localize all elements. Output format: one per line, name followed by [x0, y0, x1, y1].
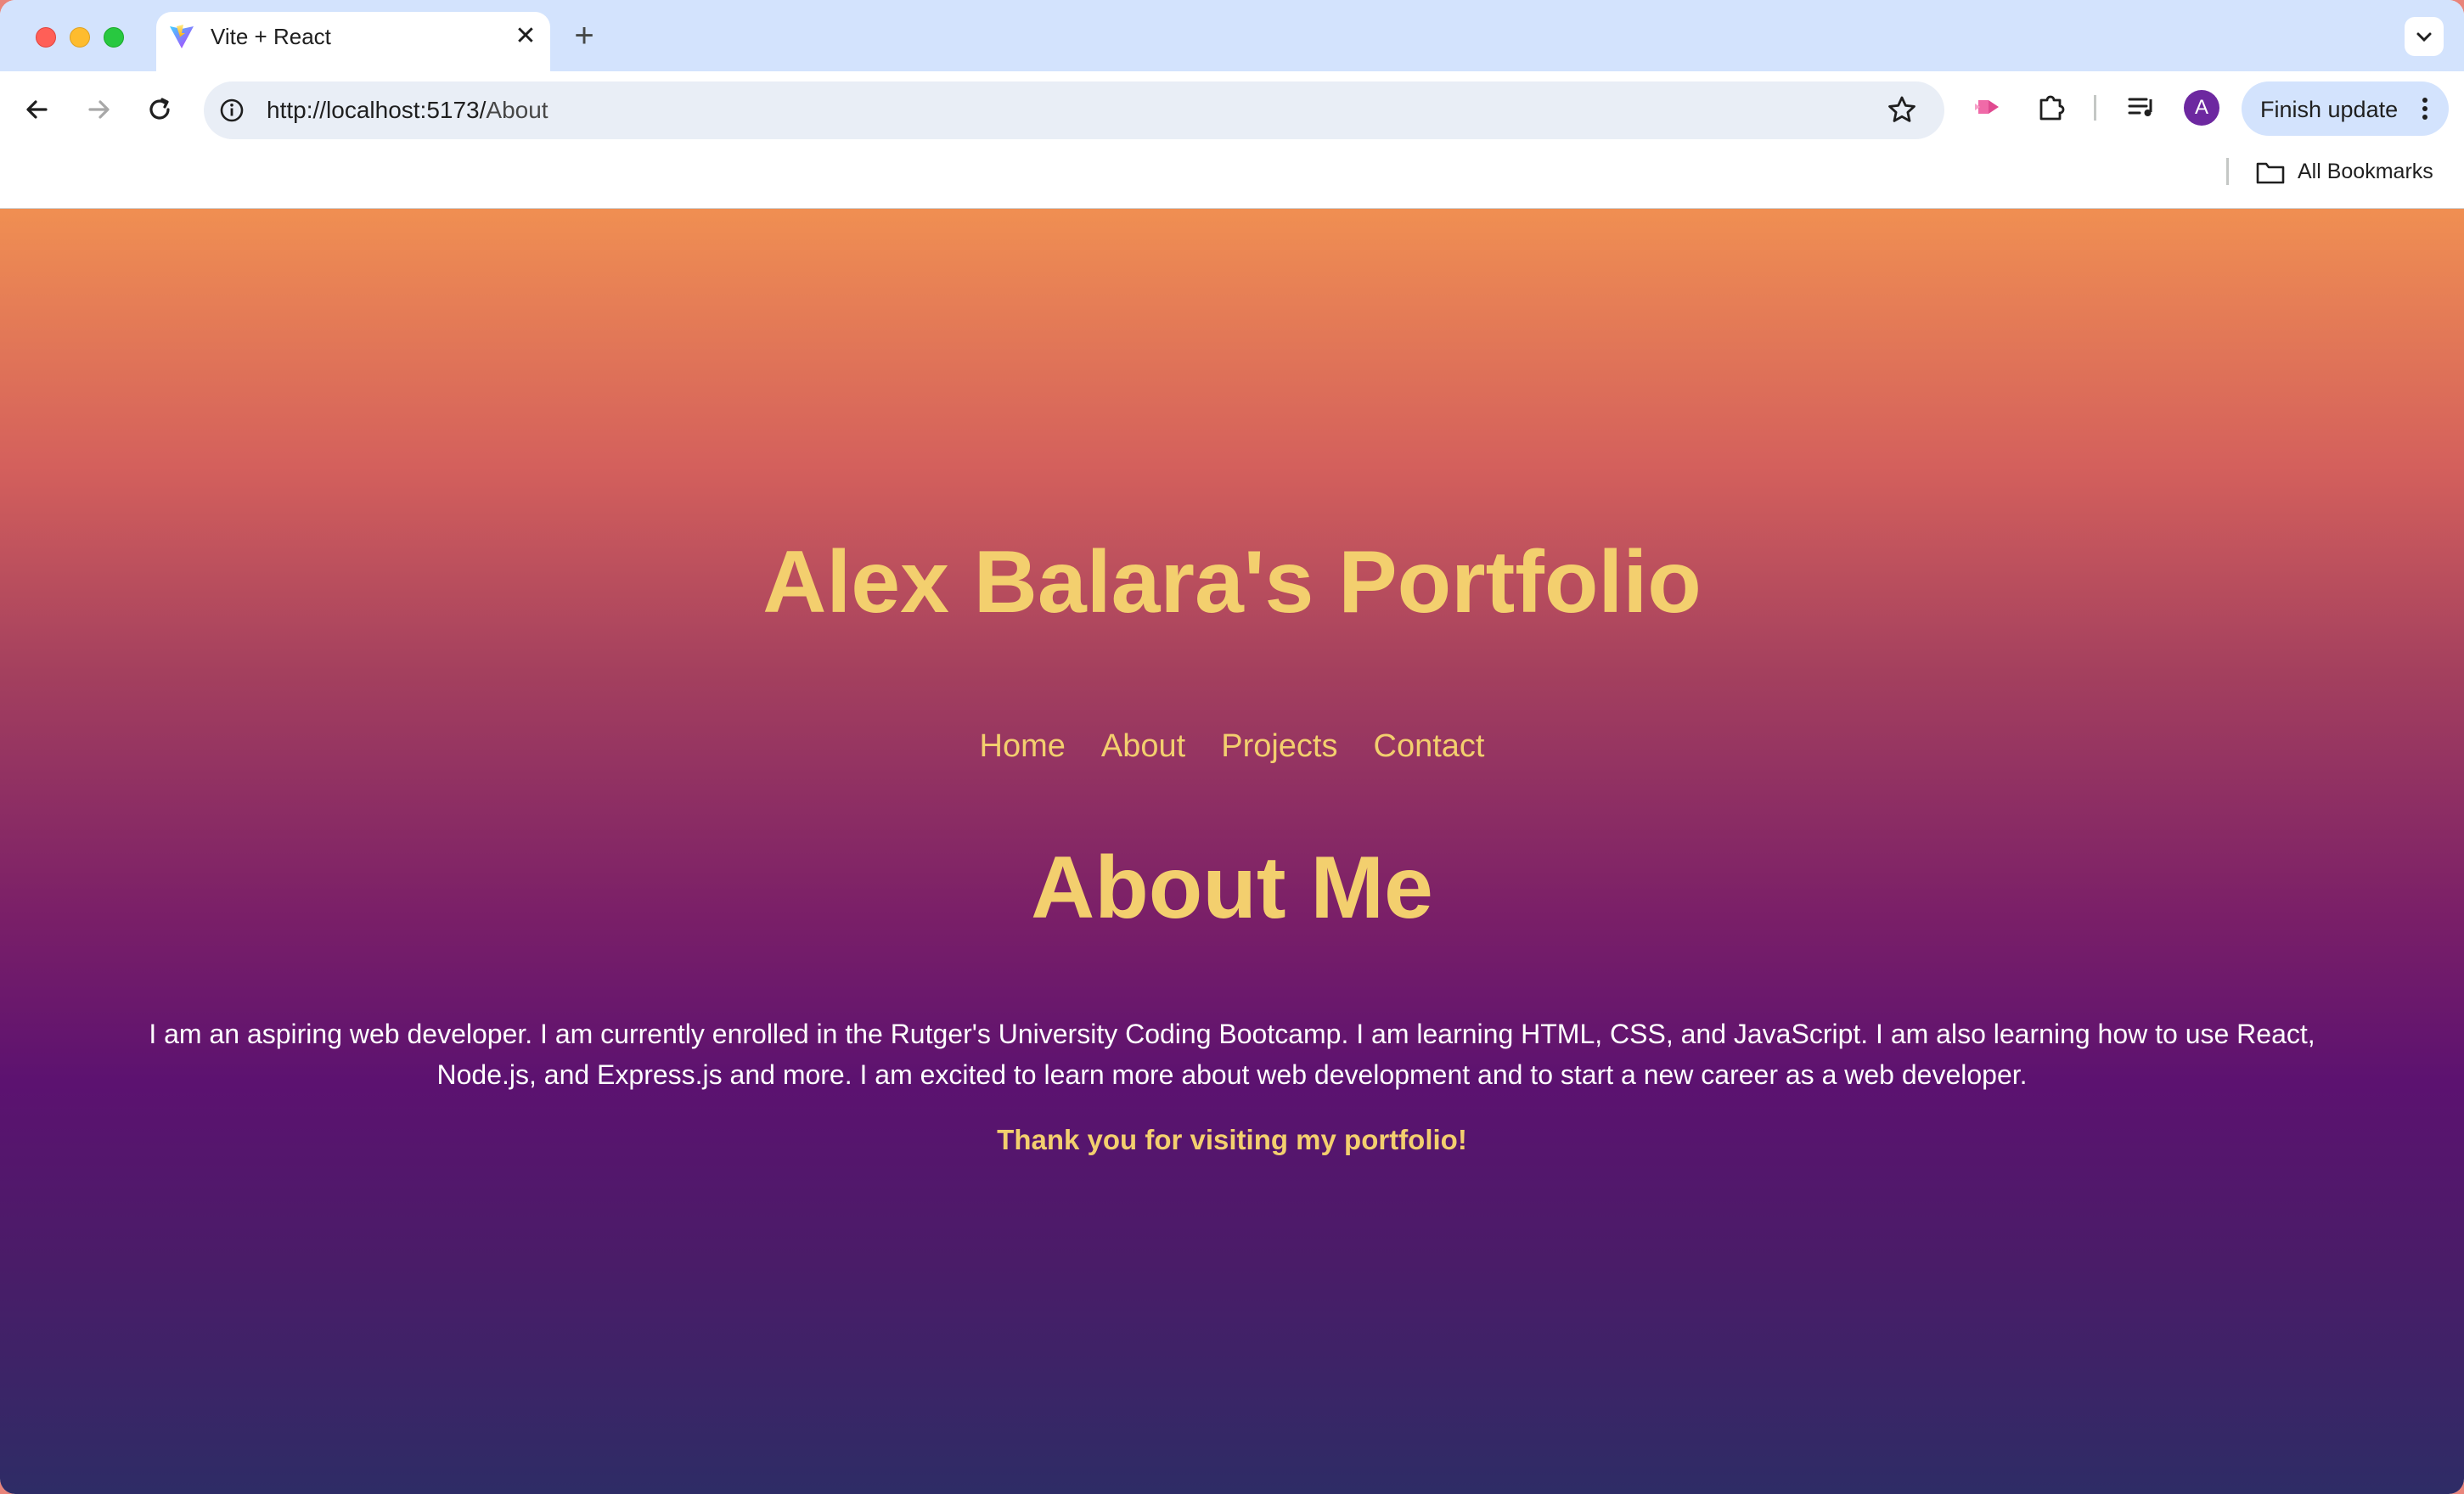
- nav-link-projects[interactable]: Projects: [1221, 728, 1337, 771]
- browser-window: Vite + React ✕ + http://localhost:5173/A…: [0, 0, 2464, 1494]
- media-cast-icon[interactable]: [1972, 90, 2006, 124]
- profile-avatar[interactable]: A: [2184, 90, 2219, 126]
- back-button[interactable]: [19, 91, 56, 128]
- forward-button[interactable]: [80, 91, 117, 128]
- url-text[interactable]: http://localhost:5173/About: [267, 97, 548, 124]
- site-nav: Home About Projects Contact: [0, 728, 2464, 771]
- tab-close-icon[interactable]: ✕: [513, 24, 538, 49]
- about-paragraph: I am an aspiring web developer. I am cur…: [149, 1019, 2315, 1090]
- nav-link-contact[interactable]: Contact: [1374, 728, 1485, 771]
- tab-title: Vite + React: [211, 24, 331, 49]
- nav-link-home[interactable]: Home: [980, 728, 1066, 771]
- url-path: About: [486, 97, 548, 123]
- vite-logo-icon: [170, 25, 194, 48]
- new-tab-button[interactable]: +: [569, 19, 599, 53]
- address-bar[interactable]: http://localhost:5173/About: [204, 81, 1944, 139]
- chevron-down-icon: [2416, 32, 2432, 42]
- finish-update-button[interactable]: Finish update: [2242, 81, 2449, 136]
- nav-link-about[interactable]: About: [1101, 728, 1185, 771]
- reload-button[interactable]: [141, 91, 178, 128]
- reload-icon: [149, 98, 170, 120]
- media-queue-icon[interactable]: [2124, 90, 2158, 124]
- about-heading: About Me: [1031, 839, 1433, 937]
- arrow-left-icon: [26, 100, 48, 119]
- minimize-window-button[interactable]: [70, 27, 90, 48]
- bookmark-star-icon[interactable]: [1885, 93, 1919, 127]
- tab-strip: Vite + React ✕ +: [0, 0, 2464, 71]
- url-host: http://localhost:5173/: [267, 97, 487, 123]
- toolbar-divider: [2094, 95, 2096, 121]
- more-vertical-icon[interactable]: [2416, 95, 2433, 122]
- site-title: Alex Balara's Portfolio: [762, 533, 1702, 632]
- page-content: Alex Balara's Portfolio Home About Proje…: [0, 209, 2464, 1494]
- bookmarks-bar: All Bookmarks: [0, 148, 2464, 209]
- zoom-window-button[interactable]: [104, 27, 124, 48]
- arrow-right-icon: [88, 100, 110, 119]
- thanks-message: Thank you for visiting my portfolio!: [997, 1124, 1467, 1155]
- site-info-icon[interactable]: [217, 96, 246, 125]
- close-window-button[interactable]: [36, 27, 56, 48]
- finish-update-label: Finish update: [2260, 97, 2399, 122]
- extensions-puzzle-icon[interactable]: [2034, 90, 2068, 124]
- all-bookmarks-link[interactable]: All Bookmarks: [2298, 160, 2433, 184]
- tab-vite-react[interactable]: Vite + React ✕: [156, 12, 550, 71]
- bookmarks-divider: [2226, 158, 2229, 185]
- folder-icon[interactable]: [2255, 160, 2286, 185]
- tab-search-button[interactable]: [2405, 17, 2444, 56]
